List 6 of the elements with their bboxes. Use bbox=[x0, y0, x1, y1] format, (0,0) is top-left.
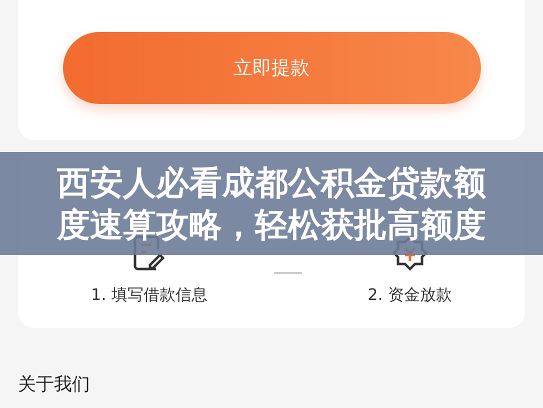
withdraw-button[interactable]: 立即提款 bbox=[62, 32, 480, 104]
step-connector bbox=[274, 272, 302, 274]
section-title: 关于我们 bbox=[17, 373, 91, 396]
step-label: 1. 填写借款信息 bbox=[91, 285, 208, 306]
banner-title: 西安人必看成都公积金贷款额度速算攻略，轻松获批高额度 bbox=[57, 162, 486, 245]
step-label: 2. 资金放款 bbox=[368, 285, 452, 306]
